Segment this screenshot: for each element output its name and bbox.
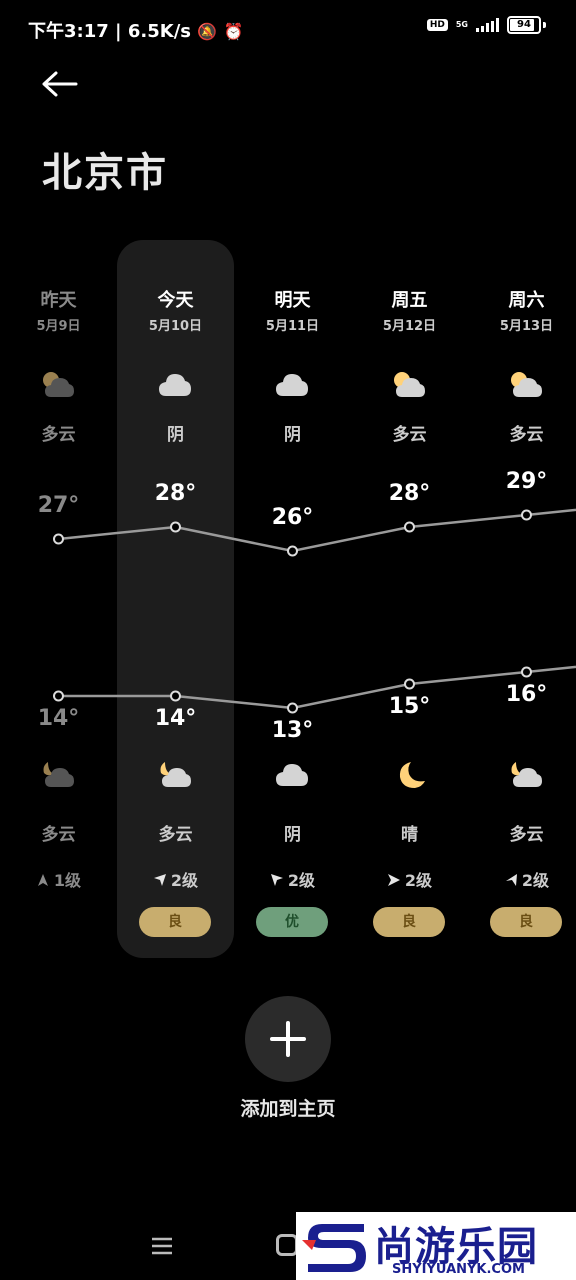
aqi-badge: 良	[373, 907, 445, 937]
high-temp-label: 27°	[37, 493, 80, 518]
wind-level: 2级	[234, 867, 351, 891]
night-condition: 阴	[284, 825, 301, 845]
wind-level: 1级	[0, 867, 117, 891]
day-date: 5月10日	[148, 319, 203, 334]
plus-icon	[270, 1021, 306, 1057]
high-temp-label: 28°	[154, 481, 197, 506]
night-condition: 晴	[401, 825, 418, 845]
watermark: 尚游乐园 SHYIYUANYK.COM	[296, 1212, 576, 1280]
day-condition: 多云	[509, 425, 544, 445]
wind-level: 2级	[468, 867, 576, 891]
cloud-icon	[276, 374, 308, 396]
day-name: 周六	[508, 290, 545, 311]
night-condition: 多云	[509, 825, 544, 845]
day-name: 周五	[391, 290, 428, 311]
brand-url: SHYIYUANYK.COM	[392, 1262, 525, 1277]
wind-direction-icon	[153, 874, 166, 886]
wind-level: 2级	[117, 867, 234, 891]
low-temp-label: 15°	[388, 694, 431, 719]
partly-cloudy-day-icon	[43, 372, 74, 397]
day-condition: 多云	[392, 425, 427, 445]
day-name: 明天	[274, 290, 311, 311]
night-condition: 多云	[41, 825, 76, 845]
low-temp-label: 16°	[505, 682, 548, 707]
home-button[interactable]	[276, 1234, 298, 1256]
menu-icon[interactable]	[150, 1236, 174, 1256]
aqi-badge: 良	[490, 907, 562, 937]
low-temp-label: 14°	[37, 706, 80, 731]
cloud-icon	[159, 374, 191, 396]
partly-cloudy-night-icon	[511, 762, 542, 787]
day-date: 5月11日	[265, 319, 320, 334]
day-column[interactable]: 周五 5月12日多云 28° 15° 晴 2级良	[351, 0, 468, 1000]
day-name: 今天	[157, 290, 194, 311]
day-condition: 阴	[167, 425, 184, 445]
wind-direction-icon	[270, 874, 283, 886]
day-column[interactable]: 昨天 5月9日多云 27° 14° 多云 1级	[0, 0, 117, 1000]
wind-direction-icon	[37, 874, 48, 886]
cloud-icon	[276, 764, 308, 786]
add-to-home-label[interactable]: 添加到主页	[0, 1094, 576, 1121]
day-date: 5月9日	[36, 319, 81, 334]
wind-direction-icon	[505, 874, 517, 886]
day-condition: 阴	[284, 425, 301, 445]
wind-level: 2级	[351, 867, 468, 891]
high-temp-label: 28°	[388, 481, 431, 506]
day-date: 5月13日	[499, 319, 554, 334]
day-name: 昨天	[40, 290, 77, 311]
partly-cloudy-night-icon	[160, 762, 191, 787]
high-temp-label: 26°	[271, 505, 314, 530]
aqi-badge: 良	[139, 907, 211, 937]
night-condition: 多云	[158, 825, 193, 845]
partly-cloudy-day-icon	[394, 372, 425, 397]
day-column[interactable]: 周六 5月13日多云 29° 16° 多云 2级良	[468, 0, 576, 1000]
aqi-badge: 优	[256, 907, 328, 937]
add-to-home-button[interactable]	[245, 996, 331, 1082]
wind-direction-icon	[387, 874, 400, 886]
moon-icon	[399, 762, 425, 788]
partly-cloudy-day-icon	[511, 372, 542, 397]
day-condition: 多云	[41, 425, 76, 445]
day-column[interactable]: 明天 5月11日阴 26° 13° 阴 2级优	[234, 0, 351, 1000]
day-column[interactable]: 今天 5月10日阴 28° 14° 多云 2级良	[117, 0, 234, 1000]
day-date: 5月12日	[382, 319, 437, 334]
low-temp-label: 13°	[271, 718, 314, 743]
low-temp-label: 14°	[154, 706, 197, 731]
partly-cloudy-night-icon	[43, 762, 74, 787]
brand-logo-icon	[302, 1224, 366, 1272]
high-temp-label: 29°	[505, 469, 548, 494]
